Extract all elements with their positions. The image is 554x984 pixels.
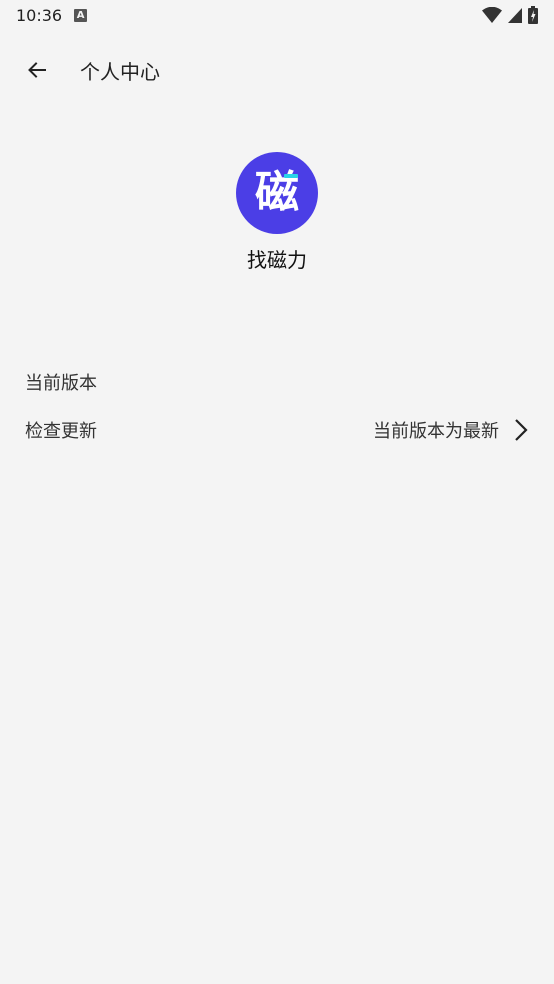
update-status: 当前版本为最新 bbox=[373, 421, 499, 442]
check-update-label: 检查更新 bbox=[25, 421, 97, 442]
chevron-right-icon bbox=[513, 418, 529, 442]
profile-section: 磁 找磁力 bbox=[0, 152, 554, 273]
back-button[interactable] bbox=[13, 46, 61, 94]
logo-accent bbox=[284, 174, 298, 178]
app-name: 找磁力 bbox=[247, 248, 307, 272]
logo-glyph: 磁 bbox=[255, 167, 299, 218]
app-logo: 磁 bbox=[236, 152, 318, 234]
wifi-icon bbox=[482, 7, 502, 23]
current-version-label: 当前版本 bbox=[25, 373, 97, 394]
status-icons bbox=[482, 6, 538, 24]
arrow-back-icon bbox=[28, 62, 46, 78]
cell-signal-icon bbox=[508, 8, 522, 23]
current-version-row: 当前版本 bbox=[0, 360, 554, 404]
app-bar: 个人中心 bbox=[0, 40, 554, 100]
status-bar: 10:36 A bbox=[0, 0, 554, 30]
check-update-row[interactable]: 检查更新 当前版本为最新 bbox=[0, 408, 554, 452]
status-time: 10:36 bbox=[16, 5, 63, 25]
battery-icon bbox=[528, 6, 538, 24]
notification-a-icon: A bbox=[74, 8, 88, 22]
page-title: 个人中心 bbox=[80, 59, 160, 84]
